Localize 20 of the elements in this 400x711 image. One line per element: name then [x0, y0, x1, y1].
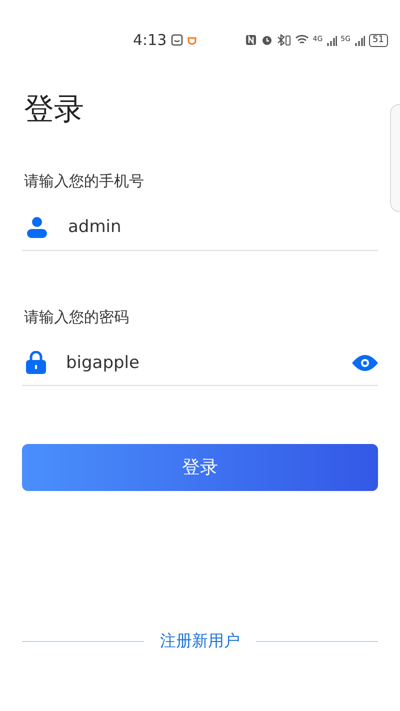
notification-icon [186, 35, 197, 45]
nfc-icon [244, 34, 257, 46]
signal-icon [354, 34, 365, 46]
status-time: 4:13 [133, 30, 167, 51]
lock-icon [26, 351, 46, 374]
phone-field[interactable]: admin [68, 212, 378, 242]
field-label: 请输入您的密码 [24, 306, 130, 328]
register-link[interactable]: 注册新用户 [160, 629, 240, 653]
field-label: 请输入您的手机号 [24, 171, 145, 192]
signal-icon [326, 34, 337, 46]
wifi-icon [294, 34, 309, 46]
alarm-icon [260, 34, 273, 46]
eye-icon[interactable] [352, 354, 378, 370]
user-icon [26, 216, 48, 238]
notification-icon [170, 34, 183, 46]
battery-indicator: 51 [368, 34, 388, 46]
bluetooth-icon [276, 34, 291, 46]
login-button[interactable]: 登录 [22, 444, 378, 491]
page-title: 登录 [24, 92, 85, 128]
password-field[interactable]: bigapple [66, 348, 336, 378]
